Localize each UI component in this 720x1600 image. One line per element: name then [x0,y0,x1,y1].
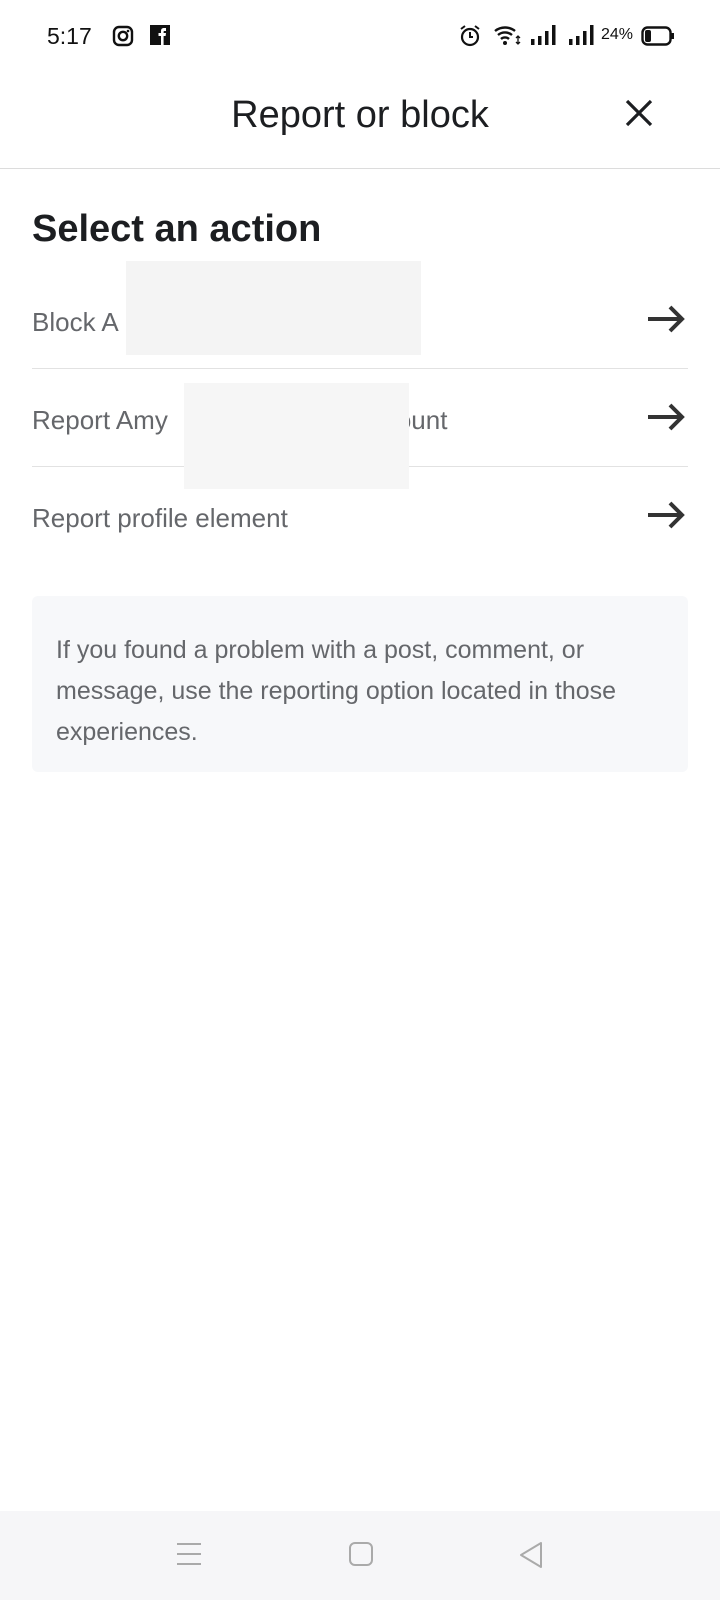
header: Report or block [0,70,720,169]
signal-icon [530,24,556,51]
item-label: Report profile element [32,503,288,533]
home-icon[interactable] [348,1541,374,1572]
arrow-right-icon [646,402,686,437]
instagram-icon [112,25,134,52]
item-label: Block A [32,307,119,337]
page-title: Report or block [231,94,489,136]
back-icon[interactable] [518,1541,544,1574]
wifi-icon [493,24,521,51]
section-title: Select an action [32,208,322,250]
status-time: 5:17 [47,23,92,49]
system-nav-bar [0,1511,720,1600]
arrow-right-icon [646,304,686,339]
status-bar: 5:17 24% [0,0,720,70]
info-box: If you found a problem with a post, comm… [32,596,688,772]
alarm-icon [459,24,481,53]
report-profile-element-item[interactable]: Report profile element [32,467,688,565]
item-label-start: Report Amy [32,405,168,435]
facebook-icon [150,25,170,50]
arrow-right-icon [646,500,686,535]
battery-icon [641,26,675,51]
battery-percent: 24% [601,26,634,43]
menu-icon[interactable] [175,1541,203,1572]
redaction [126,261,421,355]
signal-icon [568,24,594,51]
close-icon[interactable] [622,96,656,135]
